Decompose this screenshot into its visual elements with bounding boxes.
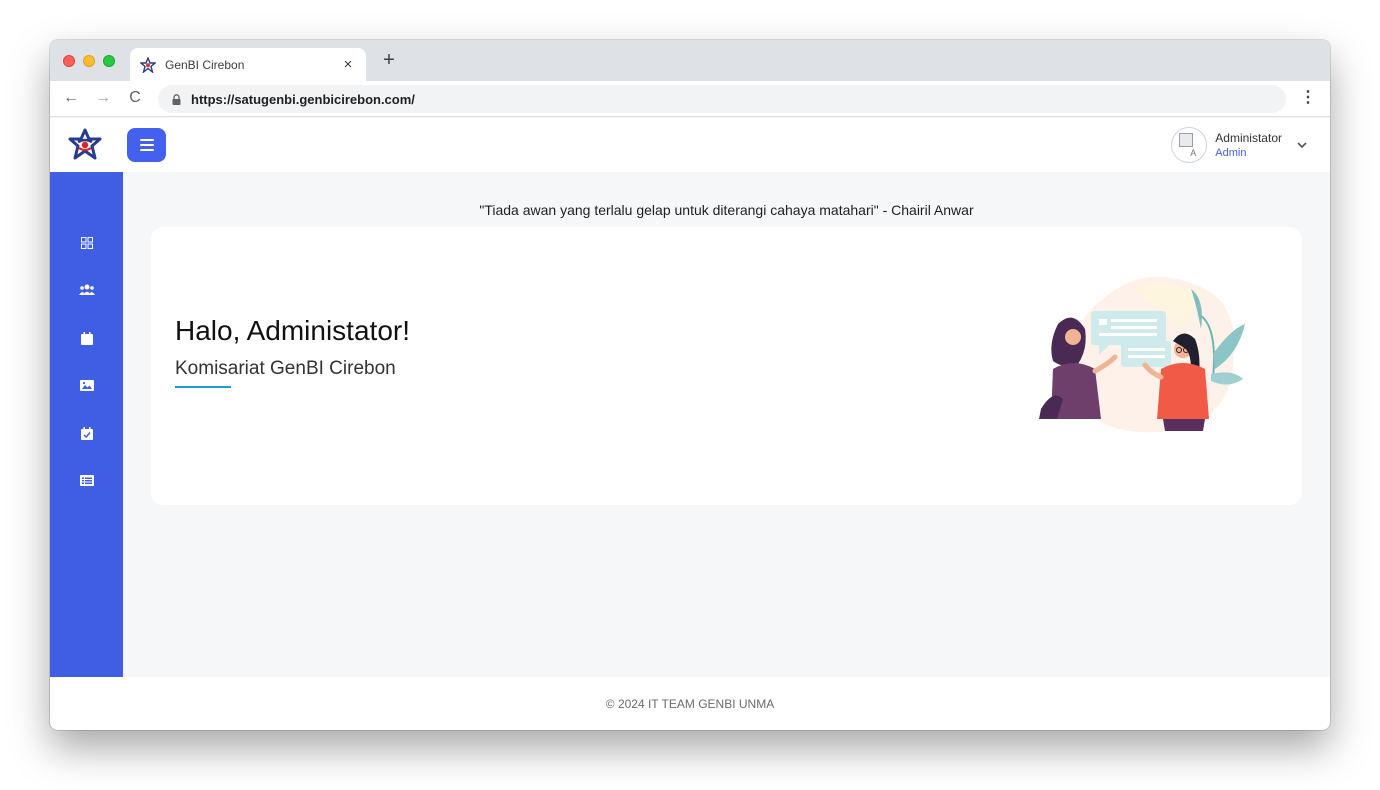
avatar[interactable]: A xyxy=(1171,127,1208,163)
list-card-icon xyxy=(80,474,94,486)
reload-button[interactable]: C xyxy=(126,88,144,108)
image-gallery-icon xyxy=(80,379,94,391)
tab-strip: GenBI Cirebon × + xyxy=(50,40,1330,81)
user-info: Administator Admin xyxy=(1215,131,1282,159)
user-menu[interactable]: A Administator Admin xyxy=(1171,126,1308,164)
user-name: Administator xyxy=(1215,131,1282,145)
footer: © 2024 IT TEAM GENBI UNMA xyxy=(50,677,1330,730)
minimize-window-button[interactable] xyxy=(83,55,95,67)
welcome-card: Halo, Administator! Komisariat GenBI Cir… xyxy=(151,227,1302,505)
broken-image-icon xyxy=(1179,133,1194,147)
greeting-heading: Halo, Administator! xyxy=(175,315,410,346)
sidebar-item-events[interactable] xyxy=(79,330,95,346)
maximize-window-button[interactable] xyxy=(103,55,115,67)
menu-line-icon xyxy=(139,149,154,151)
address-bar[interactable]: https://satugenbi.genbicirebon.com/ xyxy=(158,85,1286,113)
users-icon xyxy=(79,284,95,295)
dashboard-grid-icon xyxy=(81,237,93,249)
menu-line-icon xyxy=(139,144,154,146)
genbi-favicon-icon xyxy=(140,56,156,73)
close-window-button[interactable] xyxy=(63,55,75,67)
back-button[interactable]: ← xyxy=(62,88,80,108)
copyright-text: © 2024 IT TEAM GENBI UNMA xyxy=(605,696,775,711)
app-header: A Administator Admin xyxy=(50,118,1330,172)
new-tab-button[interactable]: + xyxy=(379,50,399,70)
organization-name: Komisariat GenBI Cirebon xyxy=(175,358,396,379)
user-role: Admin xyxy=(1215,147,1247,159)
menu-line-icon xyxy=(139,139,154,141)
browser-menu-icon[interactable]: ⋮ xyxy=(1300,89,1316,107)
browser-toolbar: ← → C https://satugenbi.genbicirebon.com… xyxy=(50,81,1330,117)
lock-icon xyxy=(172,93,181,105)
sidebar-toggle-button[interactable] xyxy=(127,128,166,162)
tab-title: GenBI Cirebon xyxy=(165,57,245,72)
chevron-down-icon[interactable] xyxy=(1296,139,1308,151)
sidebar-item-members[interactable] xyxy=(79,282,95,298)
motivational-quote: "Tiada awan yang terlalu gelap untuk dit… xyxy=(479,202,974,218)
sidebar-item-dashboard[interactable] xyxy=(79,235,95,251)
sidebar-item-schedule[interactable] xyxy=(79,425,95,441)
forward-button[interactable]: → xyxy=(94,88,112,108)
browser-tab[interactable]: GenBI Cirebon × xyxy=(130,48,366,81)
main-content: "Tiada awan yang terlalu gelap untuk dit… xyxy=(123,172,1330,677)
sidebar-item-reports[interactable] xyxy=(79,472,95,488)
browser-window: GenBI Cirebon × + ← → C https://satugenb… xyxy=(50,40,1330,730)
heading-underline xyxy=(175,386,231,388)
url-text: https://satugenbi.genbicirebon.com/ xyxy=(191,91,415,107)
sidebar-item-gallery[interactable] xyxy=(79,377,95,393)
close-tab-icon[interactable]: × xyxy=(340,56,356,73)
calendar-check-icon xyxy=(81,426,93,440)
avatar-alt-text: A xyxy=(1190,148,1197,158)
genbi-logo[interactable] xyxy=(65,128,105,162)
conversation-illustration xyxy=(1039,276,1245,433)
calendar-icon xyxy=(81,331,93,345)
sidebar xyxy=(50,172,123,677)
